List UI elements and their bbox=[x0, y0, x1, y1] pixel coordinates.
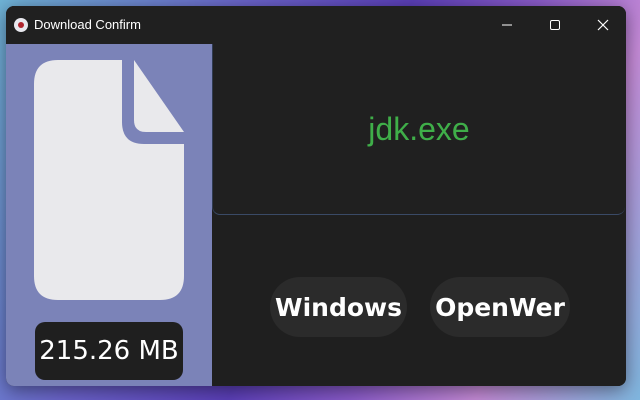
download-confirm-window: Download Confirm 215.26 MB jdk.exe Windo… bbox=[6, 6, 626, 386]
details-area: jdk.exe Windows OpenWer bbox=[212, 44, 626, 386]
window-title: Download Confirm bbox=[34, 17, 141, 32]
maximize-icon bbox=[550, 20, 560, 30]
maximize-button[interactable] bbox=[532, 6, 578, 44]
file-name-box: jdk.exe bbox=[212, 44, 625, 215]
file-name: jdk.exe bbox=[368, 110, 470, 147]
windows-button[interactable]: Windows bbox=[270, 277, 407, 337]
file-preview-panel: 215.26 MB bbox=[6, 44, 212, 386]
close-icon bbox=[597, 19, 609, 31]
file-size-badge: 215.26 MB bbox=[35, 322, 183, 380]
openwer-button[interactable]: OpenWer bbox=[430, 277, 570, 337]
minimize-icon bbox=[502, 24, 512, 26]
title-bar[interactable]: Download Confirm bbox=[6, 6, 626, 44]
file-icon bbox=[34, 60, 184, 300]
close-button[interactable] bbox=[580, 6, 626, 44]
minimize-button[interactable] bbox=[484, 6, 530, 44]
app-icon bbox=[14, 18, 28, 32]
